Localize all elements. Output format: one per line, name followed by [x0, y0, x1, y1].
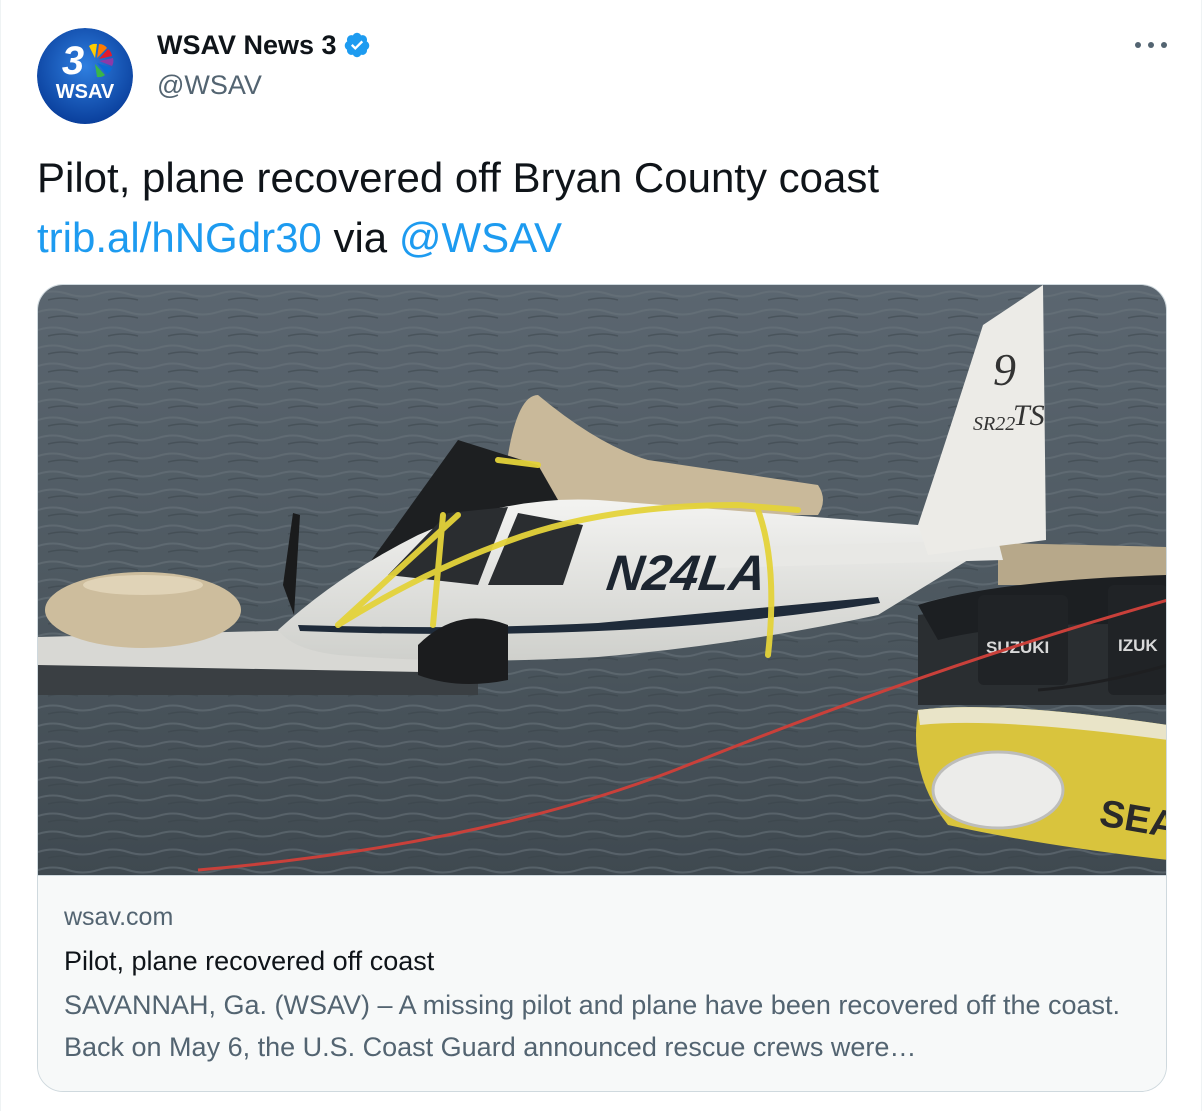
tail-number-text: N24LA: [604, 545, 770, 601]
verified-badge-icon: [344, 32, 369, 58]
tweet-text: Pilot, plane recovered off Bryan County …: [37, 148, 1167, 268]
display-name[interactable]: WSAV News 3: [157, 30, 337, 61]
name-row: WSAV News 3: [157, 28, 371, 62]
tail-variant-text: TS: [1013, 399, 1045, 432]
card-image[interactable]: SR22 TS 9 N24LA SUZUKI IZUK SEA: [38, 285, 1167, 875]
svg-text:WSAV: WSAV: [56, 81, 115, 103]
link-card[interactable]: SR22 TS 9 N24LA SUZUKI IZUK SEA wsav.com…: [37, 284, 1167, 1092]
svg-text:9: 9: [993, 344, 1016, 395]
tweet-headline: Pilot, plane recovered off Bryan County …: [37, 154, 880, 201]
tweet-via: via: [333, 214, 388, 261]
card-title: Pilot, plane recovered off coast: [64, 946, 435, 976]
avatar[interactable]: 3 WSAV: [37, 28, 133, 124]
svg-text:3: 3: [62, 39, 84, 83]
card-meta[interactable]: wsav.com Pilot, plane recovered off coas…: [38, 875, 1166, 1091]
tweet-link[interactable]: trib.al/hNGdr30: [37, 214, 322, 261]
wsav-logo-icon: 3 WSAV: [37, 28, 133, 124]
tweet-mention[interactable]: @WSAV: [399, 214, 562, 261]
card-description: SAVANNAH, Ga. (WSAV) – A missing pilot a…: [64, 990, 1121, 1062]
more-options-button[interactable]: [1131, 30, 1171, 60]
author-info: WSAV News 3 @WSAV: [157, 28, 371, 101]
motor-brand-partial-text: IZUK: [1118, 636, 1158, 655]
tail-model-text: SR22: [973, 413, 1015, 435]
handle[interactable]: @WSAV: [157, 70, 371, 101]
card-domain: wsav.com: [64, 903, 174, 931]
tweet-link-line: trib.al/hNGdr30 via @WSAV: [37, 208, 1167, 268]
tweet[interactable]: 3 WSAV WSAV News 3 @WSAV Pilot, plane re…: [0, 0, 1202, 1111]
more-options-icon: [1135, 42, 1167, 48]
